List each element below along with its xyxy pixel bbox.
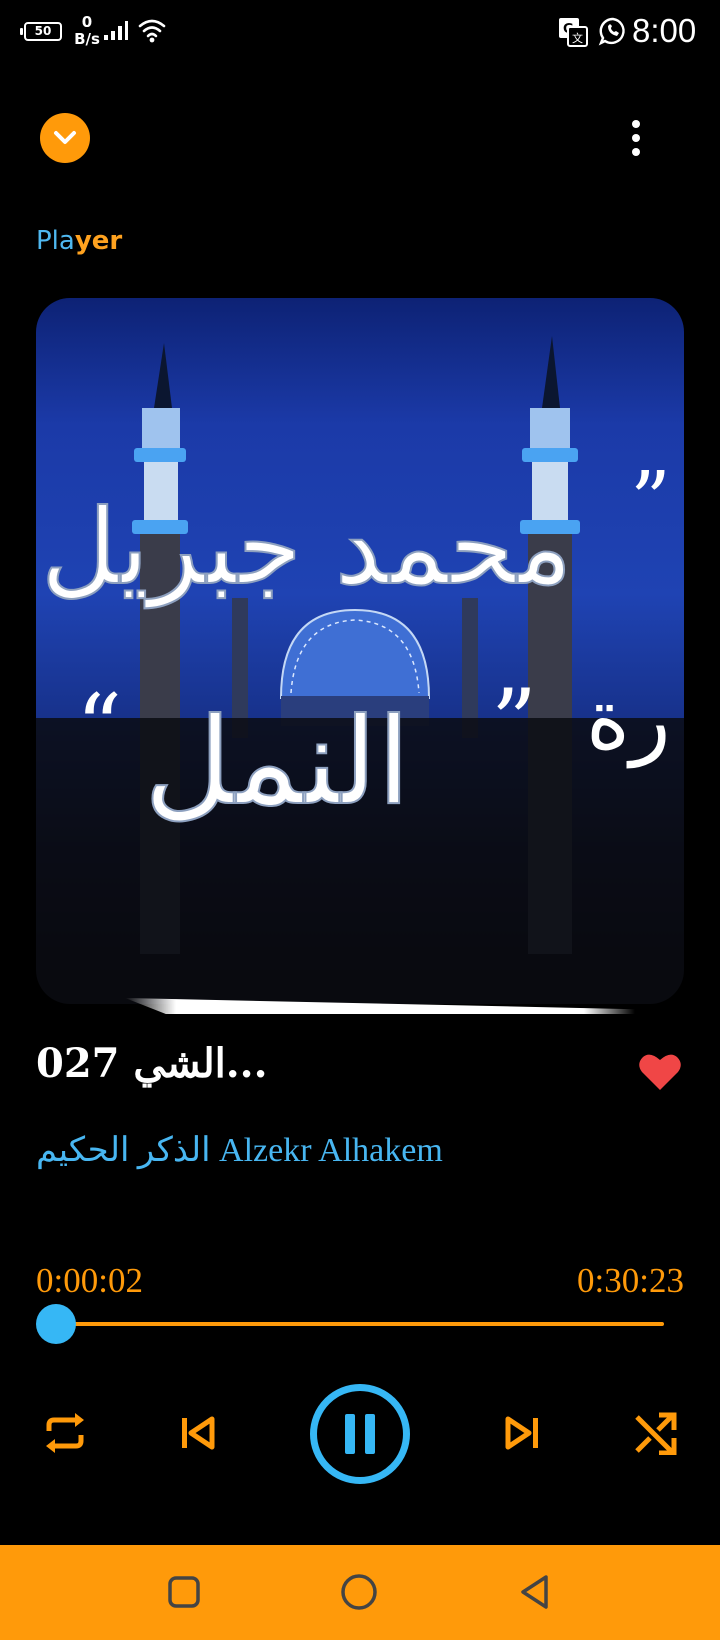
repeat-icon [46, 1413, 84, 1453]
page-title-part2: yer [74, 226, 123, 256]
elapsed-time: 0:00:02 [36, 1261, 143, 1300]
svg-text:”: ” [630, 454, 671, 547]
svg-text:文: 文 [572, 31, 583, 45]
next-track-button[interactable] [500, 1411, 544, 1455]
artwork-illustration: محمد جبريل ” النمل “ ” رة [36, 336, 684, 1004]
battery-tip [20, 28, 23, 35]
wifi-icon [138, 19, 166, 43]
status-bar: 50 0 B/s G 文 8:00 [0, 0, 720, 64]
signal-icon [104, 21, 128, 40]
artwork-text-line2: النمل [144, 693, 410, 832]
page-title: Player [36, 226, 122, 256]
artwork-text-prefix: رة [586, 670, 671, 769]
play-pause-button[interactable] [310, 1384, 410, 1484]
chevron-down-icon [54, 131, 76, 144]
album-artwork: محمد جبريل ” النمل “ ” رة [36, 298, 684, 1004]
net-speed-value: 0 [81, 13, 93, 31]
shuffle-button[interactable] [630, 1408, 680, 1458]
skip-previous-icon [182, 1416, 215, 1450]
back-button[interactable] [510, 1567, 560, 1617]
seek-bar[interactable] [56, 1322, 664, 1326]
whatsapp-icon [598, 17, 625, 46]
artwork-text-line1: محمد جبريل [41, 486, 572, 609]
skip-next-icon [505, 1416, 538, 1450]
recent-apps-button[interactable] [159, 1567, 209, 1617]
back-icon [521, 1575, 548, 1609]
home-icon [341, 1574, 377, 1610]
net-speed-indicator: 0 B/s [72, 14, 102, 48]
shuffle-icon [635, 1412, 677, 1455]
svg-text:“: “ [76, 675, 122, 780]
page-title-part1: Pla [36, 226, 75, 256]
seek-thumb[interactable] [36, 1304, 76, 1344]
more-options-button[interactable] [618, 116, 654, 160]
favorite-button[interactable] [638, 1052, 682, 1096]
repeat-button[interactable] [40, 1408, 90, 1458]
track-title: 027 الشي... [36, 1040, 268, 1087]
clock: 8:00 [632, 12, 697, 49]
collapse-player-button[interactable] [40, 113, 90, 163]
svg-text:”: ” [491, 670, 537, 775]
heart-icon [639, 1054, 681, 1090]
more-vert-icon [632, 120, 640, 128]
home-button[interactable] [334, 1567, 384, 1617]
pause-icon [345, 1414, 375, 1454]
net-speed-unit: B/s [74, 30, 100, 48]
track-artist[interactable]: الذكر الحكيم Alzekr Alhakem [36, 1130, 443, 1170]
recent-apps-icon [168, 1576, 200, 1608]
battery-icon: 50 [24, 22, 62, 41]
translate-icon: G 文 [559, 18, 588, 47]
previous-track-button[interactable] [176, 1411, 220, 1455]
system-nav-bar [0, 1545, 720, 1640]
total-time: 0:30:23 [577, 1261, 684, 1300]
